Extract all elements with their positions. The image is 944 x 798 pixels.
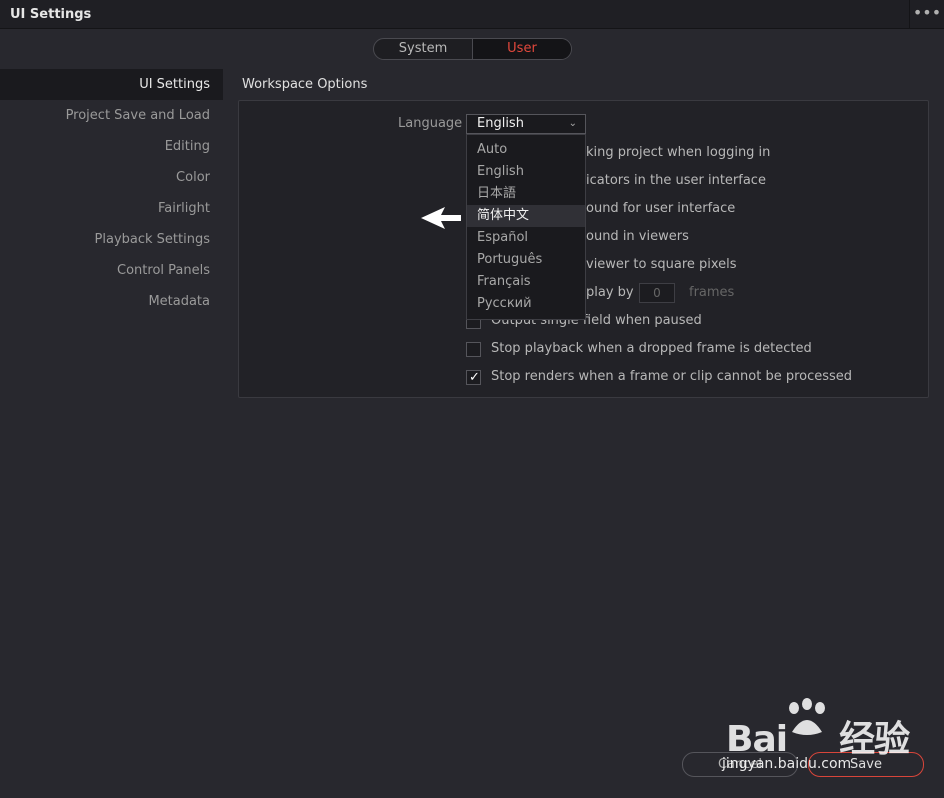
- sidebar-item-color[interactable]: Color: [0, 162, 223, 193]
- language-option-simplified-chinese[interactable]: 简体中文: [467, 205, 585, 227]
- language-option-spanish[interactable]: Español: [467, 227, 585, 249]
- chevron-down-icon: ⌄: [568, 118, 577, 129]
- option-label: Stop renders when a frame or clip cannot…: [491, 369, 853, 384]
- sidebar-item-project-save-load[interactable]: Project Save and Load: [0, 100, 223, 131]
- option-label: ound in viewers: [586, 229, 689, 244]
- title-bar: UI Settings •••: [0, 0, 944, 29]
- frames-unit-label: frames: [689, 285, 735, 300]
- option-label: viewer to square pixels: [586, 257, 737, 272]
- sidebar-item-metadata[interactable]: Metadata: [0, 286, 223, 317]
- delay-frames-input[interactable]: 0: [639, 283, 675, 303]
- tab-system[interactable]: System: [374, 39, 473, 59]
- option-label: ound for user interface: [586, 201, 736, 216]
- option-label: Stop playback when a dropped frame is de…: [491, 341, 812, 356]
- stop-renders-checkbox[interactable]: [466, 368, 481, 388]
- section-title: Workspace Options: [242, 77, 368, 92]
- option-label: icators in the user interface: [586, 173, 766, 188]
- stop-playback-checkbox[interactable]: [466, 342, 481, 357]
- tab-user[interactable]: User: [473, 39, 571, 59]
- sidebar-item-fairlight[interactable]: Fairlight: [0, 193, 223, 224]
- pointer-arrow-icon: [421, 207, 461, 229]
- settings-sidebar: UI Settings Project Save and Load Editin…: [0, 69, 223, 317]
- language-option-russian[interactable]: Русский: [467, 293, 585, 315]
- system-user-toggle: System User: [373, 38, 572, 60]
- option-row-stop-renders: Stop renders when a frame or clip cannot…: [466, 367, 866, 388]
- language-option-auto[interactable]: Auto: [467, 139, 585, 161]
- window-title: UI Settings: [10, 7, 92, 22]
- language-option-portuguese[interactable]: Português: [467, 249, 585, 271]
- language-selected-value: English: [477, 116, 524, 131]
- sidebar-item-control-panels[interactable]: Control Panels: [0, 255, 223, 286]
- option-label: king project when logging in: [586, 145, 771, 160]
- watermark-brand: Bai 经验: [726, 719, 910, 760]
- sidebar-item-playback-settings[interactable]: Playback Settings: [0, 224, 223, 255]
- option-label: play by: [586, 285, 634, 300]
- language-select[interactable]: English ⌄: [466, 114, 586, 134]
- more-options-icon[interactable]: •••: [909, 0, 944, 29]
- baidu-watermark: Bai 经验 jingyan.baidu.com: [722, 690, 922, 780]
- language-label: Language: [398, 116, 463, 131]
- sidebar-item-ui-settings[interactable]: UI Settings: [0, 69, 223, 100]
- sidebar-item-editing[interactable]: Editing: [0, 131, 223, 162]
- language-option-japanese[interactable]: 日本語: [467, 183, 585, 205]
- language-option-english[interactable]: English: [467, 161, 585, 183]
- option-row-stop-playback: Stop playback when a dropped frame is de…: [466, 339, 866, 359]
- watermark-url: jingyan.baidu.com: [722, 756, 852, 772]
- language-dropdown-list: Auto English 日本語 简体中文 Español Português …: [466, 134, 586, 320]
- language-option-french[interactable]: Français: [467, 271, 585, 293]
